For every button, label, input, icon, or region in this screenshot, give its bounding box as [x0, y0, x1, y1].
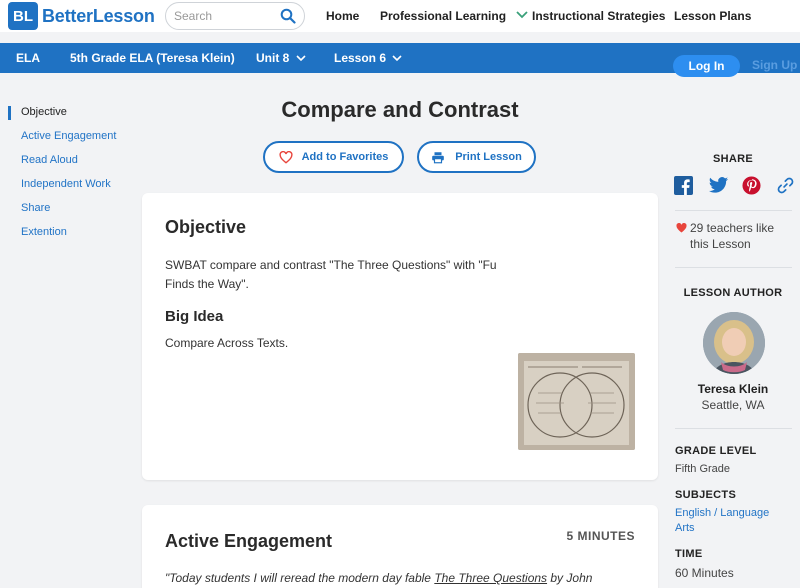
nav-professional-learning[interactable]: Professional Learning [380, 9, 529, 23]
divider [675, 210, 792, 211]
link-icon[interactable] [776, 176, 795, 195]
search-box [165, 2, 305, 30]
breadcrumb-lesson-label: Lesson 6 [334, 51, 387, 65]
share-icons [674, 176, 795, 195]
add-to-favorites-label: Add to Favorites [301, 151, 389, 163]
nav-home[interactable]: Home [326, 9, 359, 23]
quote-start: "Today students I will reread the modern… [165, 571, 435, 585]
active-engagement-text: "Today students I will reread the modern… [165, 569, 592, 588]
login-button[interactable]: Log In [673, 55, 740, 77]
sidebar-item-share[interactable]: Share [21, 202, 50, 214]
breadcrumb-subject[interactable]: ELA [16, 51, 40, 65]
chevron-down-icon [296, 55, 306, 61]
chevron-down-icon [516, 11, 529, 19]
active-section-marker [8, 106, 11, 120]
signup-link[interactable]: Sign Up [752, 58, 797, 72]
quote-link[interactable]: The Three Questions [434, 571, 547, 585]
objective-card: Objective SWBAT compare and contrast "Th… [142, 193, 658, 480]
author-name[interactable]: Teresa Klein [675, 382, 791, 396]
print-lesson-button[interactable]: Print Lesson [417, 141, 536, 173]
search-input[interactable] [174, 9, 274, 23]
nav-professional-learning-label: Professional Learning [380, 9, 507, 23]
nav-instructional-strategies[interactable]: Instructional Strategies [532, 9, 665, 23]
share-heading-wrap: SHARE [675, 149, 791, 167]
facebook-icon[interactable] [674, 176, 693, 195]
heart-outline-icon [279, 150, 293, 164]
divider [675, 267, 792, 268]
breadcrumb-course[interactable]: 5th Grade ELA (Teresa Klein) [70, 51, 235, 65]
divider [675, 428, 792, 429]
active-engagement-heading: Active Engagement [165, 531, 333, 551]
page-title: Compare and Contrast [281, 97, 519, 122]
twitter-icon[interactable] [708, 176, 729, 195]
time-value: 60 Minutes [675, 566, 734, 580]
printer-icon [432, 151, 445, 163]
objective-heading: Objective [165, 217, 247, 237]
logo-text: BetterLesson [42, 5, 155, 26]
subjects-heading: SUBJECTS [675, 489, 737, 501]
active-engagement-card: Active Engagement 5 MINUTES "Today stude… [142, 505, 658, 588]
likes-block: 29 teachers like this Lesson [675, 220, 795, 252]
add-to-favorites-button[interactable]: Add to Favorites [263, 141, 404, 173]
sidebar-item-read-aloud[interactable]: Read Aloud [21, 154, 78, 166]
author-location: Seattle, WA [701, 398, 765, 412]
time-heading: TIME [675, 548, 703, 560]
breadcrumb-lesson[interactable]: Lesson 6 [334, 51, 402, 65]
venn-diagram-image [518, 353, 635, 450]
top-navigation: BL BetterLesson Home Professional Learni… [0, 0, 800, 32]
nav-lesson-plans[interactable]: Lesson Plans [674, 9, 751, 23]
venn-diagram-thumbnail[interactable] [518, 353, 635, 450]
subjects-link-line1[interactable]: English / Language [675, 507, 795, 519]
grade-level-heading: GRADE LEVEL [675, 445, 757, 457]
logo-badge: BL [8, 2, 38, 30]
share-heading: SHARE [712, 153, 753, 165]
avatar[interactable] [703, 312, 765, 374]
sidebar-item-active-engagement[interactable]: Active Engagement [21, 130, 116, 142]
pinterest-icon[interactable] [742, 176, 761, 195]
chevron-down-icon [392, 55, 402, 61]
grade-level-value: Fifth Grade [675, 463, 731, 475]
brand-logo[interactable]: BL BetterLesson [8, 2, 155, 30]
subjects-link-line2[interactable]: Arts [675, 522, 795, 534]
sidebar-item-objective[interactable]: Objective [21, 106, 67, 118]
likes-text-line1: 29 teachers like [690, 221, 775, 235]
big-idea-text: Compare Across Texts. [165, 336, 289, 350]
quote-end: by John [547, 571, 593, 585]
likes-text-line2: this Lesson [690, 237, 751, 251]
heart-filled-icon [676, 223, 687, 233]
print-lesson-label: Print Lesson [455, 151, 522, 163]
search-icon[interactable] [280, 8, 296, 24]
lesson-author-heading: LESSON AUTHOR [683, 287, 783, 299]
big-idea-heading: Big Idea [165, 308, 224, 325]
objective-text-line2: Finds the Way". [165, 277, 249, 291]
author-heading-wrap: LESSON AUTHOR [675, 283, 791, 301]
sidebar-item-extention[interactable]: Extention [21, 226, 67, 238]
objective-text-line1: SWBAT compare and contrast "The Three Qu… [165, 258, 497, 272]
breadcrumb-unit[interactable]: Unit 8 [256, 51, 306, 65]
breadcrumb: ELA 5th Grade ELA (Teresa Klein) Unit 8 … [0, 43, 800, 77]
duration-badge: 5 MINUTES [566, 529, 635, 543]
sidebar-item-independent-work[interactable]: Independent Work [21, 178, 111, 190]
breadcrumb-unit-label: Unit 8 [256, 51, 290, 65]
